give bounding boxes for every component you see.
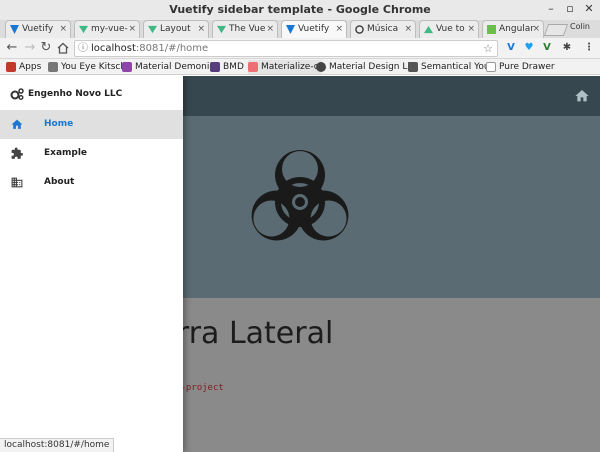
page-icon xyxy=(486,62,496,72)
drawer-item-example[interactable]: Example xyxy=(0,139,183,168)
bookmark-favicon-icon xyxy=(122,62,132,72)
home-icon[interactable] xyxy=(57,42,69,54)
drawer-item-home[interactable]: Home xyxy=(0,110,183,139)
navigation-drawer: Engenho Novo LLC Home Example About xyxy=(0,76,183,452)
info-icon[interactable]: ⓘ xyxy=(78,41,88,56)
menu-icon[interactable]: ⋮ xyxy=(582,41,596,55)
minimize-icon[interactable]: – xyxy=(544,2,558,16)
bookmark-favicon-icon xyxy=(408,62,418,72)
vue-devtools-icon[interactable]: V xyxy=(504,41,518,55)
biohazard-favicon-icon xyxy=(355,25,364,34)
bookmark-label: BMD xyxy=(223,62,244,72)
bookmark-favicon-icon xyxy=(248,62,258,72)
bookmark-apps[interactable]: Apps xyxy=(6,60,41,74)
bookmark-item[interactable]: Pure Drawer xyxy=(486,60,555,74)
tab-close-icon[interactable]: × xyxy=(59,21,67,37)
browser-toolbar: ← → ↻ ⓘ localhost:8081/#/home ☆ V ♥ V ✱ … xyxy=(0,38,600,59)
gear-extension-icon[interactable]: ✱ xyxy=(560,41,574,55)
bookmark-item[interactable]: BMD xyxy=(210,60,244,74)
tab-close-icon[interactable]: × xyxy=(128,21,136,37)
vuetify-favicon-icon xyxy=(286,25,295,34)
bookmark-label: Material Demonics xyxy=(135,62,220,72)
bookmark-item[interactable]: Semantical You xyxy=(408,60,490,74)
tab-close-icon[interactable]: × xyxy=(197,21,205,37)
back-icon[interactable]: ← xyxy=(4,40,20,56)
url-host: localhost xyxy=(91,43,136,54)
app-home-icon[interactable] xyxy=(574,88,590,104)
tab-close-icon[interactable]: × xyxy=(467,21,475,37)
bookmark-item[interactable]: Material Demonics xyxy=(122,60,219,74)
bookmark-label: You Eye Kitsch xyxy=(61,62,127,72)
browser-tab[interactable]: Vuetify × xyxy=(5,20,71,38)
vue-extension-icon[interactable]: V xyxy=(540,41,554,55)
drawer-title: Engenho Novo LLC xyxy=(28,89,123,99)
browser-tab[interactable]: Angular × xyxy=(482,20,544,38)
drawer-item-label: Home xyxy=(44,119,74,129)
bookmark-favicon-icon xyxy=(316,62,326,72)
address-bar[interactable]: ⓘ localhost:8081/#/home ☆ xyxy=(74,40,498,57)
angular-favicon-icon xyxy=(487,25,496,34)
drawer-item-label: Example xyxy=(44,148,88,158)
tab-label: Layout xyxy=(160,24,191,34)
vue-favicon-icon xyxy=(79,25,88,34)
vue-favicon-icon xyxy=(148,25,157,34)
bookmark-label: Semantical You xyxy=(421,62,490,72)
tab-close-icon[interactable]: × xyxy=(404,21,412,37)
tab-label: Vue to xyxy=(436,24,465,34)
biohazard-icon xyxy=(251,150,349,241)
bookmarks-bar: Apps You Eye Kitsch Material Demonics BM… xyxy=(0,59,600,75)
browser-tab[interactable]: my-vue- × xyxy=(74,20,140,38)
bookmark-item[interactable]: Material Design Lit xyxy=(316,60,413,74)
bookmark-favicon-icon xyxy=(48,62,58,72)
gears-icon xyxy=(10,88,24,100)
twitter-icon[interactable]: ♥ xyxy=(522,41,536,55)
vue-favicon-icon xyxy=(424,25,433,34)
tab-label: Vuetify xyxy=(22,24,54,34)
browser-tab[interactable]: Música × xyxy=(350,20,416,38)
tab-close-icon[interactable]: × xyxy=(532,21,540,37)
tab-close-icon[interactable]: × xyxy=(335,21,343,37)
window-titlebar: Vuetify sidebar template - Google Chrome… xyxy=(0,0,600,20)
status-bar: localhost:8081/#/home xyxy=(0,438,115,452)
browser-tab[interactable]: The Vue × xyxy=(212,20,278,38)
drawer-item-about[interactable]: About xyxy=(0,168,183,197)
browser-tab-active[interactable]: Vuetify × xyxy=(281,20,347,38)
home-icon xyxy=(11,119,23,129)
tab-strip: Vuetify × my-vue- × Layout × The Vue × Vueti… xyxy=(0,20,600,38)
extension-icon xyxy=(11,147,23,159)
new-tab-button[interactable] xyxy=(543,24,569,36)
business-icon xyxy=(11,177,23,188)
drawer-item-label: About xyxy=(44,177,75,187)
reload-icon[interactable]: ↻ xyxy=(38,40,54,56)
browser-tab[interactable]: Vue to × xyxy=(419,20,479,38)
tab-label: my-vue- xyxy=(91,24,128,34)
tab-label: Música xyxy=(367,24,399,34)
tab-label: Angular xyxy=(499,24,534,34)
bookmark-label: Materialize-o xyxy=(261,62,320,72)
bookmark-item[interactable]: Materialize-o xyxy=(248,60,323,74)
close-window-icon[interactable]: ✕ xyxy=(582,2,596,16)
bookmark-label: Apps xyxy=(19,62,42,72)
maximize-icon[interactable]: ▫ xyxy=(563,2,577,16)
bookmark-favicon-icon xyxy=(210,62,220,72)
profile-name[interactable]: Colin xyxy=(570,20,600,38)
tab-label: Vuetify xyxy=(298,24,330,34)
vuetify-favicon-icon xyxy=(10,25,19,34)
url-path: :8081/#/home xyxy=(135,43,209,54)
bookmark-star-icon[interactable]: ☆ xyxy=(483,41,493,56)
page-viewport: r xyxy=(0,76,600,452)
tab-label: The Vue xyxy=(229,24,266,34)
window-title: Vuetify sidebar template - Google Chrome xyxy=(169,3,431,16)
browser-tab[interactable]: Layout × xyxy=(143,20,209,38)
bookmark-label: Pure Drawer xyxy=(499,62,555,72)
apps-grid-icon xyxy=(6,62,16,72)
bookmark-item[interactable]: You Eye Kitsch xyxy=(48,60,126,74)
tab-close-icon[interactable]: × xyxy=(266,21,274,37)
vue-favicon-icon xyxy=(217,25,226,34)
bookmark-label: Material Design Lit xyxy=(329,62,414,72)
forward-icon[interactable]: → xyxy=(22,40,38,56)
drawer-header: Engenho Novo LLC xyxy=(0,76,183,110)
